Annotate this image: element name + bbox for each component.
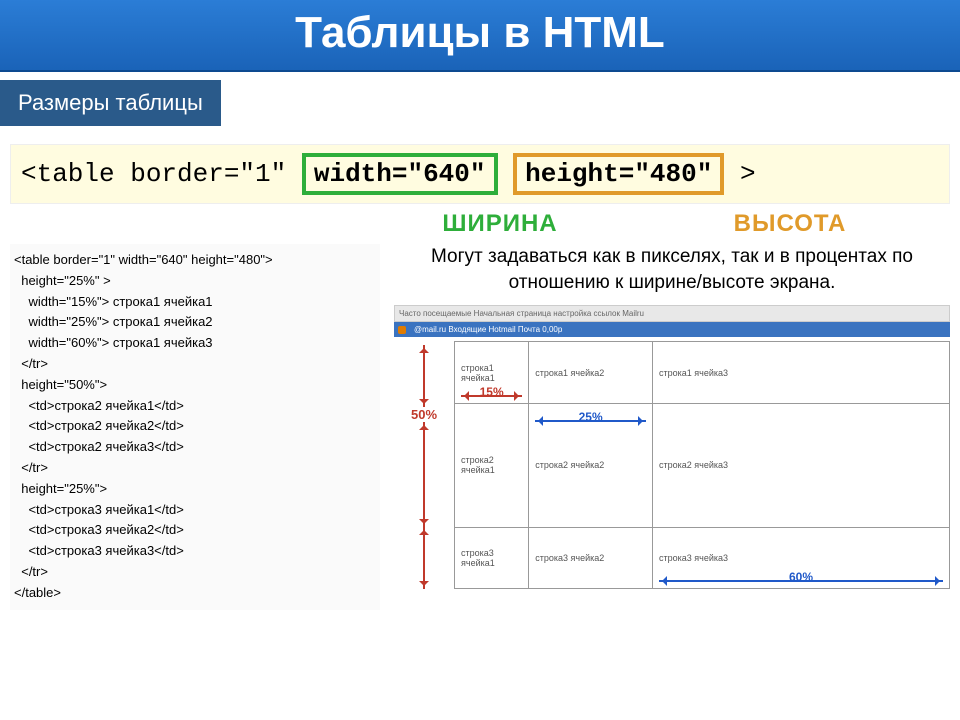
cell-r1c1: строка1 ячейка1 15% xyxy=(455,342,529,404)
cell-r3c3: строка3 ячейка3 60% xyxy=(653,527,950,589)
code-line: <td>строка3 ячейка1</td> xyxy=(14,500,376,521)
code-line: height="50%"> xyxy=(14,375,376,396)
code-line: </tr> xyxy=(14,562,376,583)
browser-linkbar: @mail.ru Входящие Hotmail Почта 0,00р xyxy=(394,322,950,337)
linkbar-text: @mail.ru Входящие Hotmail Почта 0,00р xyxy=(414,325,562,334)
width-attribute-box: width="640" xyxy=(302,153,498,195)
code-line: <td>строка2 ячейка1</td> xyxy=(14,396,376,417)
syntax-suffix: > xyxy=(724,159,755,189)
cell-r2c2: строка2 ячейка2 25% xyxy=(529,404,653,528)
attribute-labels: ШИРИНА ВЫСОТА xyxy=(10,210,950,238)
height-attribute-box: height="480" xyxy=(513,153,724,195)
mail-icon xyxy=(398,326,406,334)
code-line: height="25%" > xyxy=(14,271,376,292)
toolbar-text: Часто посещаемые Начальная страница наст… xyxy=(399,309,644,318)
height-label: ВЫСОТА xyxy=(630,210,950,238)
code-line: height="25%"> xyxy=(14,479,376,500)
syntax-prefix: <table border="1" xyxy=(21,159,302,189)
width-arrow-60: 60% xyxy=(659,570,943,584)
code-line: </tr> xyxy=(14,354,376,375)
cell-r1c2: строка1 ячейка2 xyxy=(529,342,653,404)
code-line: <td>строка3 ячейка3</td> xyxy=(14,541,376,562)
description-text: Могут задаваться как в пикселях, так и в… xyxy=(394,244,950,295)
code-line: </tr> xyxy=(14,458,376,479)
code-line: <td>строка2 ячейка2</td> xyxy=(14,416,376,437)
code-line: <table border="1" width="640" height="48… xyxy=(14,250,376,271)
browser-toolbar: Часто посещаемые Начальная страница наст… xyxy=(394,305,950,322)
code-line: <td>строка2 ячейка3</td> xyxy=(14,437,376,458)
code-line: width="60%"> строка1 ячейка3 xyxy=(14,333,376,354)
row-height-labels: 50% xyxy=(394,341,454,589)
code-line: width="15%"> строка1 ячейка1 xyxy=(14,292,376,313)
rendered-table: строка1 ячейка1 15% строка1 ячейка2 стро… xyxy=(454,341,950,589)
cell-r1c3: строка1 ячейка3 xyxy=(653,342,950,404)
cell-r3c1: строка3 ячейка1 xyxy=(455,527,529,589)
code-line: </table> xyxy=(14,583,376,604)
code-listing: <table border="1" width="640" height="48… xyxy=(10,244,380,610)
cell-r2c3: строка2 ячейка3 xyxy=(653,404,950,528)
code-line: width="25%"> строка1 ячейка2 xyxy=(14,312,376,333)
syntax-gap xyxy=(498,159,514,189)
width-arrow-15: 15% xyxy=(461,385,522,399)
slide-title: Таблицы в HTML xyxy=(0,0,960,72)
cell-r2c1: строка2 ячейка1 xyxy=(455,404,529,528)
width-label: ШИРИНА xyxy=(370,210,630,238)
cell-r3c2: строка3 ячейка2 xyxy=(529,527,653,589)
syntax-example: <table border="1" width="640" height="48… xyxy=(10,144,950,204)
width-arrow-25: 25% xyxy=(535,410,646,424)
section-subtitle: Размеры таблицы xyxy=(0,80,221,126)
code-line: <td>строка3 ячейка2</td> xyxy=(14,520,376,541)
